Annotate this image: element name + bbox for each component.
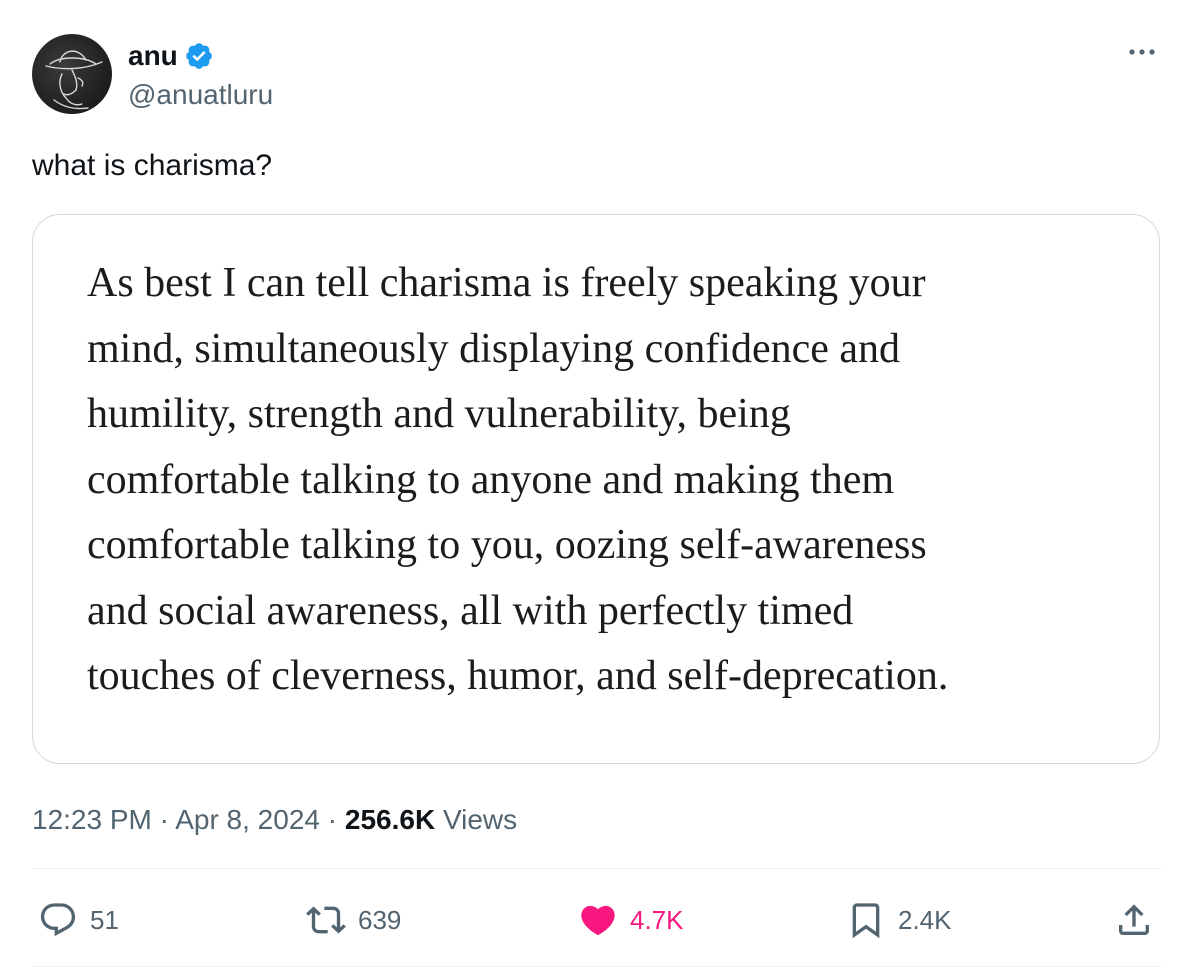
tweet-time[interactable]: 12:23 PM xyxy=(32,804,152,835)
avatar-sketch-icon xyxy=(45,50,103,110)
bookmark-count: 2.4K xyxy=(898,904,952,935)
tweet-header: anu @anuatluru xyxy=(32,34,273,114)
repost-icon xyxy=(306,906,346,934)
repost-button[interactable]: 639 xyxy=(304,900,401,940)
reply-button[interactable]: 51 xyxy=(36,900,119,940)
action-bar: 51 639 4.7K 2.4K xyxy=(32,888,1162,952)
meta-separator: · xyxy=(319,804,345,835)
share-button[interactable] xyxy=(1112,900,1156,940)
bookmark-icon xyxy=(852,903,880,939)
quote-line: comfortable talking to you, oozing self-… xyxy=(87,522,927,568)
divider xyxy=(32,966,1162,967)
quote-line: mind, simultaneously displaying confiden… xyxy=(87,325,901,372)
avatar[interactable] xyxy=(32,34,112,114)
quote-line: touches of cleverness, humor, and self-d… xyxy=(87,653,949,699)
display-name-row: anu xyxy=(128,40,273,72)
like-button[interactable]: 4.7K xyxy=(576,900,684,940)
views-label: Views xyxy=(435,804,518,835)
reply-count: 51 xyxy=(90,904,119,935)
tweet-image[interactable]: As best I can tell charisma is freely sp… xyxy=(32,214,1160,764)
divider xyxy=(32,868,1162,869)
heart-filled-icon xyxy=(581,905,615,936)
tweet: anu @anuatluru what is charisma? As best… xyxy=(0,0,1198,974)
bookmark-button[interactable]: 2.4K xyxy=(844,900,952,940)
quote-text: As best I can tell charisma is freely sp… xyxy=(87,251,1127,710)
tweet-text: what is charisma? xyxy=(32,149,273,182)
views-count[interactable]: 256.6K xyxy=(345,804,435,835)
quote-line: comfortable talking to anyone and making… xyxy=(87,456,895,503)
tweet-date[interactable]: Apr 8, 2024 xyxy=(175,804,320,835)
display-name[interactable]: anu xyxy=(128,40,178,72)
quote-line: and social awareness, all with perfectly… xyxy=(87,587,854,634)
meta-separator: · xyxy=(151,804,176,835)
reply-icon xyxy=(40,903,76,937)
author-names: anu @anuatluru xyxy=(128,40,273,112)
quote-line: humility, strength and vulnerability, be… xyxy=(87,391,791,437)
more-options-icon[interactable] xyxy=(1124,40,1160,64)
handle[interactable]: @anuatluru xyxy=(128,78,273,112)
repost-count: 639 xyxy=(358,904,402,935)
verified-badge-icon[interactable] xyxy=(184,41,214,71)
quote-line: As best I can tell charisma is freely sp… xyxy=(87,260,926,306)
share-icon xyxy=(1119,904,1149,935)
tweet-meta: 12:23 PM · Apr 8, 2024 · 256.6K Views xyxy=(32,800,517,840)
like-count: 4.7K xyxy=(630,904,684,935)
